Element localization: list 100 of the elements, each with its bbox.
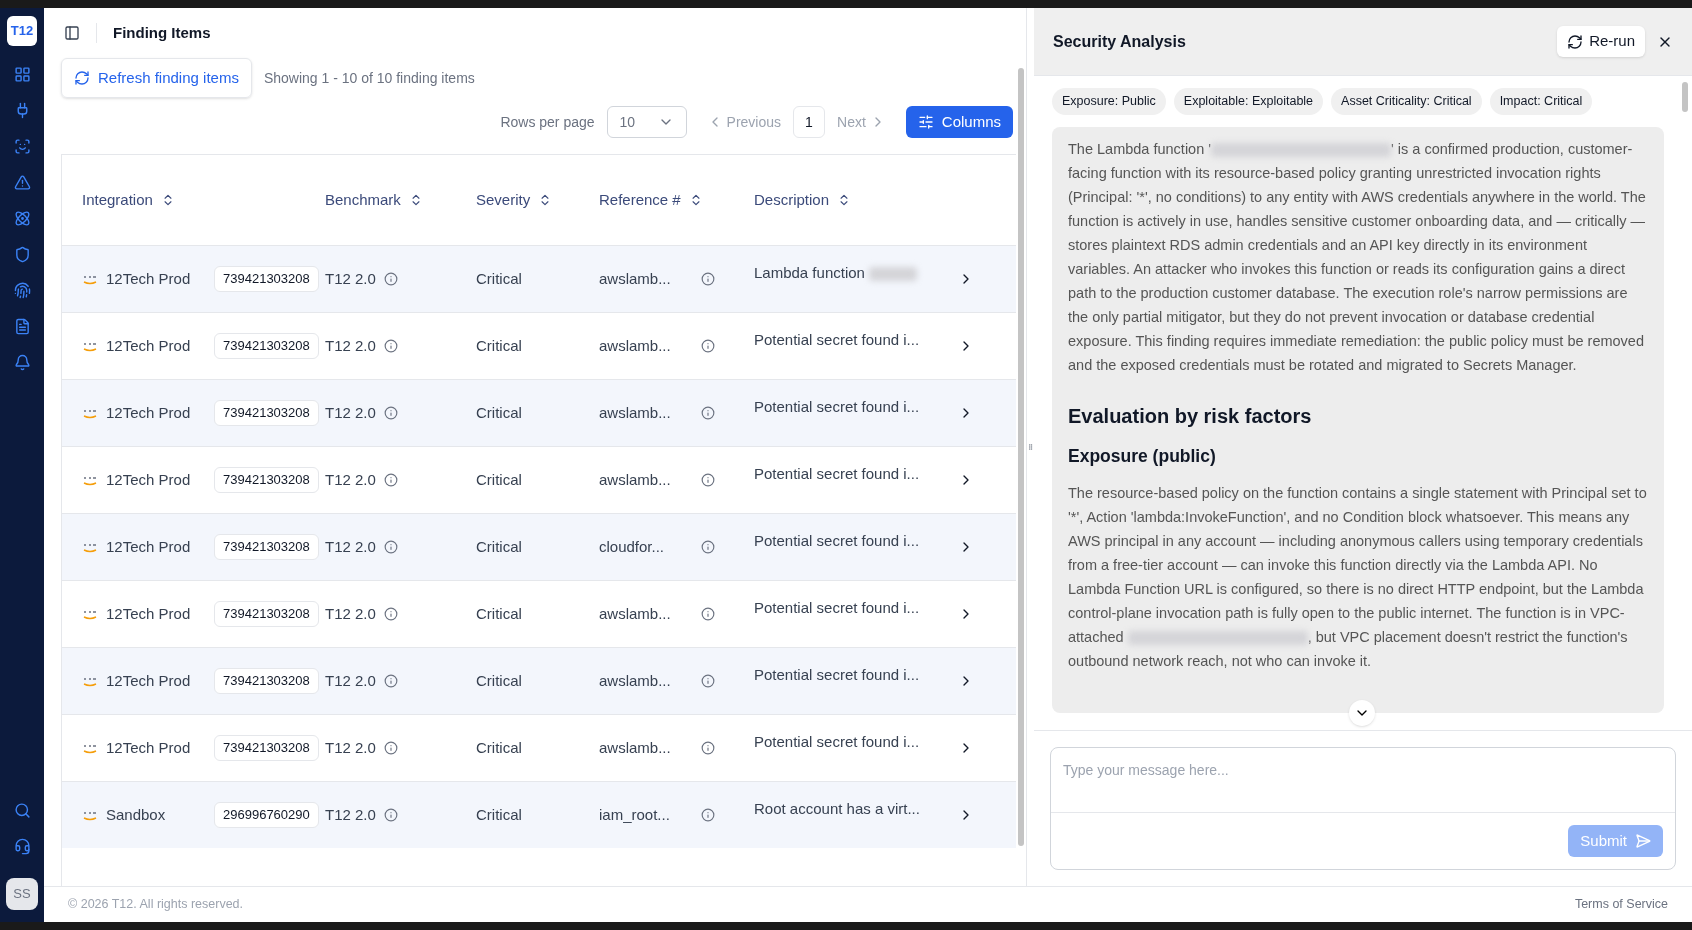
aws-logo-icon	[82, 809, 98, 821]
column-header[interactable]: Description	[754, 188, 852, 212]
risk-tag: Exposure: Public	[1052, 88, 1166, 115]
columns-button[interactable]: Columns	[905, 106, 1013, 138]
sliders-icon	[917, 114, 934, 130]
info-icon[interactable]	[701, 674, 715, 688]
description-text: Potential secret found i...	[754, 597, 920, 618]
info-icon[interactable]	[701, 808, 715, 822]
integration-name: 12Tech Prod	[106, 536, 192, 557]
reference-text: cloudfor...	[599, 536, 666, 557]
refresh-button[interactable]: Refresh finding items	[61, 58, 252, 98]
info-icon[interactable]	[701, 339, 715, 353]
benchmark-text: T12 2.0	[325, 737, 376, 758]
severity-text: Critical	[476, 605, 522, 622]
info-icon[interactable]	[383, 473, 398, 487]
scrollbar[interactable]	[1018, 68, 1024, 846]
bell-icon	[13, 353, 31, 371]
description-text: Potential secret found i...	[754, 530, 920, 551]
description-text: Potential secret found i...	[754, 329, 920, 350]
rerun-button[interactable]: Re-run	[1557, 26, 1645, 57]
severity-text: Critical	[476, 404, 522, 421]
info-icon[interactable]	[383, 607, 398, 621]
table-row[interactable]: Sandbox 296996760290 T12 2.0 Critical iam_root... Root account has a virt...	[62, 781, 1016, 848]
severity-text: Critical	[476, 739, 522, 756]
description-text: Potential secret found i...	[754, 463, 920, 484]
benchmark-text: T12 2.0	[325, 536, 376, 557]
table-row[interactable]: 12Tech Prod 739421303208 T12 2.0 Critical awslamb... Potential secret found i...	[62, 379, 1016, 446]
description-text: Potential secret found i...	[754, 664, 920, 685]
aws-logo-icon	[82, 273, 98, 285]
info-icon[interactable]	[383, 540, 398, 554]
account-id-tag: 739421303208	[214, 400, 319, 426]
account-id-tag: 739421303208	[214, 668, 319, 694]
showing-count: Showing 1 - 10 of 10 finding items	[263, 68, 475, 88]
severity-text: Critical	[476, 337, 522, 354]
severity-text: Critical	[476, 672, 522, 689]
column-header[interactable]: Integration	[82, 188, 175, 212]
info-icon[interactable]	[701, 473, 715, 487]
user-avatar[interactable]: SS	[6, 878, 38, 910]
scroll-down-button[interactable]	[1349, 700, 1375, 726]
integration-name: 12Tech Prod	[106, 268, 192, 289]
headset-icon	[13, 837, 31, 855]
info-icon[interactable]	[383, 741, 398, 755]
risk-tag: Exploitable: Exploitable	[1173, 88, 1324, 115]
info-icon[interactable]	[701, 406, 715, 420]
benchmark-text: T12 2.0	[325, 469, 376, 490]
benchmark-text: T12 2.0	[325, 603, 376, 624]
document-icon	[13, 317, 31, 335]
account-id-tag: 739421303208	[214, 266, 319, 292]
analysis-paragraph: The Lambda function ' ' is a confirmed production, customer-facing function with its resource-based policy granting unrestricted invocation rights (Principal: '*', no conditions) to any entity with AWS credentials anywhere in the world. The function is actively in use, handles sensitive customer onboarding data, and — critically — stores plaintext RDS admin credentials and an API key directly in its environment variables. An attacker who invokes this function or reads its configuration gains a direct path to the production customer database. The execution role's narrow permissions are the only partial mitigator, but they do not prevent invocation or database credential exposure. This finding requires immediate remediation: the public policy must be removed and the exposed credentials must be rotated and migrated to Secrets Manager.	[1068, 139, 1647, 375]
severity-text: Critical	[476, 538, 522, 555]
info-icon[interactable]	[383, 339, 398, 353]
reference-text: iam_root...	[599, 804, 671, 825]
column-header[interactable]: Benchmark	[325, 188, 423, 212]
info-icon[interactable]	[383, 272, 398, 286]
integration-name: 12Tech Prod	[106, 335, 192, 356]
reference-text: awslamb...	[599, 737, 672, 758]
description-text: Potential secret found i...	[754, 731, 920, 752]
aws-logo-icon	[82, 675, 98, 687]
info-icon[interactable]	[383, 406, 398, 420]
description-text: Lambda function	[754, 261, 918, 285]
benchmark-text: T12 2.0	[325, 670, 376, 691]
reference-text: awslamb...	[599, 670, 672, 691]
reference-text: awslamb...	[599, 268, 672, 289]
copyright-text: © 2026 T12. All rights reserved.	[68, 896, 244, 914]
terms-link[interactable]: Terms of Service	[1574, 895, 1668, 914]
aws-logo-icon	[82, 608, 98, 620]
rows-per-page-select[interactable]: 10	[606, 106, 687, 138]
info-icon[interactable]	[383, 808, 398, 822]
risk-tag: Impact: Critical	[1489, 88, 1593, 115]
info-icon[interactable]	[701, 540, 715, 554]
resize-handle-icon[interactable]	[1027, 441, 1034, 453]
atom-icon	[13, 209, 31, 227]
section-heading: Evaluation by risk factors	[1068, 403, 1313, 429]
benchmark-text: T12 2.0	[325, 402, 376, 423]
aws-logo-icon	[82, 407, 98, 419]
table-row[interactable]: 12Tech Prod 739421303208 T12 2.0 Critical cloudfor... Potential secret found i...	[62, 513, 1016, 580]
account-id-tag: 739421303208	[214, 333, 319, 359]
severity-text: Critical	[476, 806, 522, 823]
info-icon[interactable]	[701, 607, 715, 621]
page-number-button[interactable]: 1	[793, 106, 825, 138]
info-icon[interactable]	[701, 741, 715, 755]
table-row[interactable]: 12Tech Prod 739421303208 T12 2.0 Critical awslamb... Potential secret found i...	[62, 647, 1016, 714]
reference-text: awslamb...	[599, 603, 672, 624]
logo: T12	[7, 16, 37, 46]
integration-name: 12Tech Prod	[106, 469, 192, 490]
scan-icon	[13, 137, 31, 155]
table-row[interactable]: 12Tech Prod 739421303208 T12 2.0 Critical awslamb... Lambda function	[62, 245, 1016, 312]
account-id-tag: 739421303208	[214, 601, 319, 627]
column-header[interactable]: Reference #	[599, 188, 703, 212]
account-id-tag: 739421303208	[214, 534, 319, 560]
refresh-icon	[74, 70, 90, 86]
shield-icon	[13, 245, 31, 263]
benchmark-text: T12 2.0	[325, 335, 376, 356]
column-header[interactable]: Severity	[476, 188, 553, 212]
info-icon[interactable]	[701, 272, 715, 286]
info-icon[interactable]	[383, 674, 398, 688]
fingerprint-icon	[13, 281, 31, 299]
sidebar-toggle-icon[interactable]	[64, 25, 80, 41]
panel-title: Security Analysis	[1053, 31, 1186, 52]
scrollbar[interactable]	[1682, 82, 1688, 112]
